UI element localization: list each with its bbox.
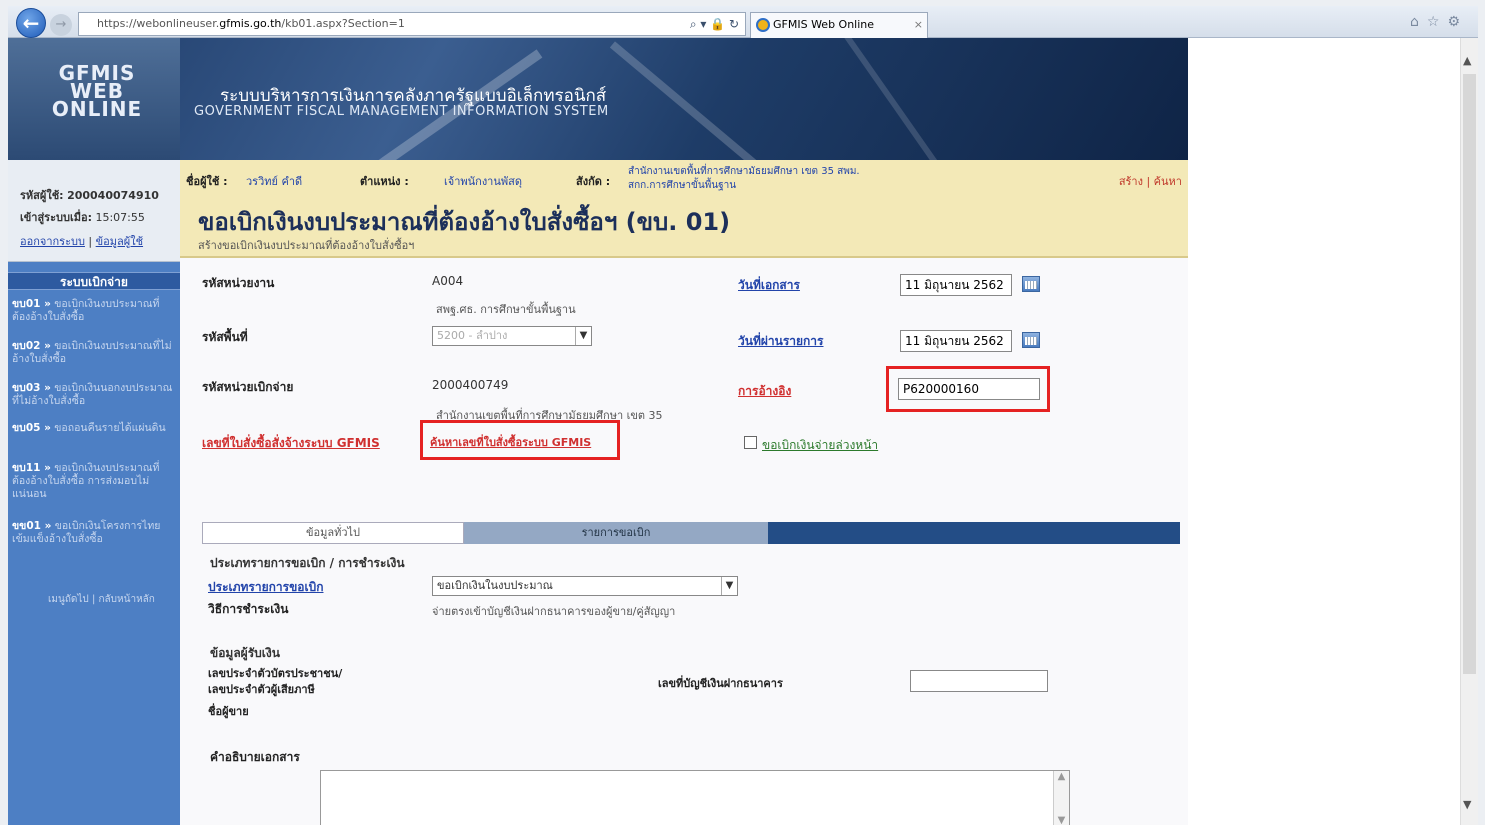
post-date-link[interactable]: วันที่ผ่านรายการ	[738, 332, 824, 351]
po-search-link[interactable]: ค้นหาเลขที่ใบสั่งซื้อระบบ GFMIS	[430, 433, 591, 451]
address-bar-icons[interactable]: ⌕ ▾ 🔒 ↻	[690, 13, 739, 35]
menu-item-kb02[interactable]: ขบ02 » ขอเบิกเงินงบประมาณที่ไม่อ้างใบสั่…	[12, 340, 176, 366]
payment-method-label: วิธีการชำระเงิน	[208, 602, 289, 616]
close-tab-icon[interactable]: ×	[914, 13, 923, 37]
url-host: gfmis.go.th	[219, 17, 282, 30]
type-link[interactable]: ประเภทรายการขอเบิก	[208, 578, 324, 597]
logo-line2: WEB ONLINE	[51, 79, 143, 121]
menu-item-kb11[interactable]: ขบ11 » ขอเบิกเงินงบประมาณที่ต้องอ้างใบสั…	[12, 462, 176, 501]
chevron-down-icon: ▼	[575, 327, 591, 345]
toolbar-right-icons[interactable]: ⌂☆⚙	[1410, 14, 1468, 30]
post-date-input[interactable]: 11 มิถุนายน 2562	[900, 330, 1012, 352]
tax-id-label: เลขประจำตัวผู้เสียภาษี	[208, 683, 315, 696]
menu-item-kb05[interactable]: ขบ05 » ขอถอนคืนรายได้แผ่นดิน	[12, 422, 176, 435]
login-time: 15:07:55	[95, 211, 145, 224]
textarea-scrollbar[interactable]: ▲ ▼	[1053, 771, 1069, 825]
advance-label[interactable]: ขอเบิกเงินจ่ายล่วงหน้า	[762, 436, 878, 455]
doc-date-input[interactable]: 11 มิถุนายน 2562	[900, 274, 1012, 296]
page-scrollbar[interactable]: ▲ ▼	[1460, 38, 1478, 825]
scrollbar-thumb[interactable]	[1463, 74, 1476, 674]
user-panel: รหัสผู้ใช้: 200040074910 เข้าสู่ระบบเมื่…	[8, 160, 180, 262]
ie-icon	[756, 18, 770, 32]
reference-link[interactable]: การอ้างอิง	[738, 382, 791, 401]
address-bar[interactable]: https://webonlineuser.gfmis.go.th/kb01.a…	[78, 12, 746, 36]
user-id: 200040074910	[67, 189, 159, 202]
back-arrow-icon[interactable]: ←	[16, 8, 46, 38]
area-code-select[interactable]: 5200 - ลำปาง ▼	[432, 326, 592, 346]
create-search-links[interactable]: สร้าง | ค้นหา	[1119, 172, 1182, 190]
sidebar: รหัสผู้ใช้: 200040074910 เข้าสู่ระบบเมื่…	[8, 160, 180, 825]
tab-items[interactable]: รายการขอเบิก	[464, 522, 768, 544]
blank-right-pane	[1188, 38, 1460, 825]
calendar-icon[interactable]	[1022, 332, 1040, 348]
page-viewport: GFMIS WEB ONLINE ระบบบริหารการเงินการคลัง…	[8, 38, 1478, 825]
area-code-label: รหัสพื้นที่	[202, 330, 248, 344]
chevron-down-icon: ▼	[721, 577, 737, 595]
user-info-bar: ชื่อผู้ใช้ : วรวิทย์ คำดี ตำแหน่ง : เจ้า…	[180, 160, 1188, 196]
doc-date-link[interactable]: วันที่เอกสาร	[738, 276, 800, 295]
payment-method-value: จ่ายตรงเข้าบัญชีเงินฝากธนาคารของผู้ขาย/ค…	[432, 605, 676, 618]
user-name: วรวิทย์ คำดี	[246, 175, 303, 188]
site-header: GFMIS WEB ONLINE ระบบบริหารการเงินการคลัง…	[8, 38, 1188, 160]
tab-strip: ข้อมูลทั่วไป รายการขอเบิก	[202, 522, 1180, 544]
doc-desc-label: คำอธิบายเอกสาร	[210, 750, 300, 764]
browser-tab[interactable]: GFMIS Web Online ×	[750, 12, 928, 38]
tab-title: GFMIS Web Online	[773, 18, 875, 31]
system-name-en: GOVERNMENT FISCAL MANAGEMENT INFORMATION…	[194, 104, 609, 119]
browser-toolbar: ← → https://webonlineuser.gfmis.go.th/kb…	[8, 6, 1478, 38]
user-id-label: รหัสผู้ใช้:	[20, 189, 64, 202]
logout-link[interactable]: ออกจากระบบ	[20, 235, 85, 248]
forward-arrow-icon[interactable]: →	[50, 14, 72, 36]
gfmis-logo: GFMIS WEB ONLINE	[8, 38, 180, 160]
menu-item-kb01[interactable]: ขบ01 » ขอเบิกเงินงบประมาณที่ต้องอ้างใบสั…	[12, 298, 176, 324]
affiliation-line1: สำนักงานเขตพื้นที่การศึกษามัธยมศึกษา เขต…	[628, 166, 860, 177]
main-content: ชื่อผู้ใช้ : วรวิทย์ คำดี ตำแหน่ง : เจ้า…	[180, 160, 1188, 825]
profile-link[interactable]: ข้อมูลผู้ใช้	[96, 235, 143, 248]
vendor-name-label: ชื่อผู้ขาย	[208, 705, 249, 718]
disb-unit-code: 2000400749	[432, 378, 509, 392]
bank-account-input[interactable]	[910, 670, 1048, 692]
scroll-down-icon[interactable]: ▼	[1463, 798, 1471, 811]
dept-code-label: รหัสหน่วยงาน	[202, 276, 275, 290]
menu-item-kb03[interactable]: ขบ03 » ขอเบิกเงินนอกงบประมาณที่ไม่อ้างใบ…	[12, 382, 176, 408]
advance-checkbox[interactable]	[744, 436, 757, 449]
section-type-payment: ประเภทรายการขอเบิก / การชำระเงิน	[210, 556, 405, 570]
scroll-up-icon[interactable]: ▲	[1463, 54, 1471, 67]
affiliation-line2: สกก.การศึกษาขั้นพื้นฐาน	[628, 180, 737, 191]
login-time-label: เข้าสู่ระบบเมื่อ:	[20, 211, 92, 224]
dept-name-value: สพฐ.ศธ. การศึกษาขั้นพื้นฐาน	[436, 303, 576, 316]
title-band: ขอเบิกเงินงบประมาณที่ต้องอ้างใบสั่งซื้อฯ…	[180, 196, 1188, 258]
url-path: /kb01.aspx?Section=1	[281, 17, 405, 30]
type-select[interactable]: ขอเบิกเงินในงบประมาณ ▼	[432, 576, 738, 596]
bank-account-label: เลขที่บัญชีเงินฝากธนาคาร	[658, 677, 783, 690]
disb-unit-label: รหัสหน่วยเบิกจ่าย	[202, 380, 294, 394]
dept-code-value: A004	[432, 274, 464, 288]
section-payee: ข้อมูลผู้รับเงิน	[210, 646, 280, 660]
po-gfmis-link[interactable]: เลขที่ใบสั่งซื้อสั่งจ้างระบบ GFMIS	[202, 434, 380, 453]
user-name-label: ชื่อผู้ใช้ :	[186, 175, 228, 188]
doc-desc-textarea[interactable]: ▲ ▼	[320, 770, 1070, 825]
calendar-icon[interactable]	[1022, 276, 1040, 292]
page-subtitle: สร้างขอเบิกเงินงบประมาณที่ต้องอ้างใบสั่ง…	[198, 239, 415, 252]
affiliation-label: สังกัด :	[576, 175, 611, 188]
position-value: เจ้าพนักงานพัสดุ	[444, 175, 522, 188]
position-label: ตำแหน่ง :	[360, 175, 409, 188]
url-prefix: https://webonlineuser.	[97, 17, 220, 30]
reference-input[interactable]: P620000160	[898, 378, 1040, 400]
tab-general[interactable]: ข้อมูลทั่วไป	[202, 522, 464, 544]
menu-item-kk01[interactable]: ขข01 » ขอเบิกเงินโครงการไทยเข้มแข็งอ้างใ…	[12, 520, 176, 546]
menu-title: ระบบเบิกจ่าย	[8, 272, 180, 290]
menu-footer-links[interactable]: เมนูถัดไป | กลับหน้าหลัก	[48, 592, 155, 607]
